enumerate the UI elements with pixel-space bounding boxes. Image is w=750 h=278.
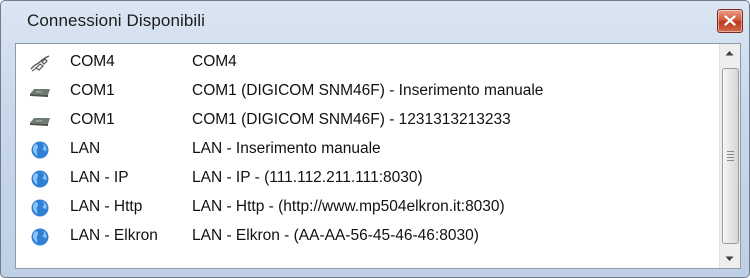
globe-icon xyxy=(28,198,52,218)
title-bar[interactable]: Connessioni Disponibili xyxy=(1,1,749,41)
chevron-up-icon xyxy=(725,51,734,56)
close-icon xyxy=(724,15,736,26)
connections-list[interactable]: COM4 COM4 COM1 COM1 (DIGICOM SNM46F) - I… xyxy=(15,43,741,269)
modem-icon xyxy=(28,82,52,102)
connection-name: LAN - IP xyxy=(70,169,129,186)
scroll-grip-icon xyxy=(727,151,734,163)
vertical-scrollbar[interactable] xyxy=(719,44,740,268)
list-item[interactable]: LAN LAN - Inserimento manuale xyxy=(16,136,716,165)
connection-name: LAN - Elkron xyxy=(70,227,158,244)
globe-icon xyxy=(28,227,52,247)
scroll-down-button[interactable] xyxy=(720,250,740,268)
list-item[interactable]: COM1 COM1 (DIGICOM SNM46F) - 12313132132… xyxy=(16,107,716,136)
close-button[interactable] xyxy=(717,9,743,33)
plug-icon xyxy=(28,53,52,73)
connection-description: LAN - Elkron - (AA-AA-56-45-46-46:8030) xyxy=(192,227,479,244)
connection-description: LAN - Http - (http://www.mp504elkron.it:… xyxy=(192,198,505,215)
connection-name: LAN xyxy=(70,140,101,157)
connection-description: COM1 (DIGICOM SNM46F) - Inserimento manu… xyxy=(192,82,544,99)
connection-description: COM4 xyxy=(192,53,237,70)
connections-dialog: Connessioni Disponibili COM4 COM4 COM1 C… xyxy=(0,0,750,278)
list-item[interactable]: LAN - Http LAN - Http - (http://www.mp50… xyxy=(16,194,716,223)
connection-name: COM1 xyxy=(70,111,115,128)
scroll-up-button[interactable] xyxy=(720,44,740,62)
globe-icon xyxy=(28,140,52,160)
list-item[interactable]: LAN - IP LAN - IP - (111.112.211.111:803… xyxy=(16,165,716,194)
chevron-down-icon xyxy=(725,256,734,261)
connection-name: LAN - Http xyxy=(70,198,143,215)
list-item[interactable]: COM1 COM1 (DIGICOM SNM46F) - Inserimento… xyxy=(16,78,716,107)
window-title: Connessioni Disponibili xyxy=(27,11,206,30)
scroll-thumb[interactable] xyxy=(722,68,739,244)
list-item[interactable]: COM4 COM4 xyxy=(16,49,716,78)
list-item[interactable]: LAN - Elkron LAN - Elkron - (AA-AA-56-45… xyxy=(16,223,716,252)
modem-icon xyxy=(28,111,52,131)
globe-icon xyxy=(28,169,52,189)
connection-description: COM1 (DIGICOM SNM46F) - 1231313213233 xyxy=(192,111,511,128)
connection-name: COM1 xyxy=(70,82,115,99)
connection-description: LAN - IP - (111.112.211.111:8030) xyxy=(192,169,423,186)
connection-name: COM4 xyxy=(70,53,115,70)
connection-description: LAN - Inserimento manuale xyxy=(192,140,381,157)
